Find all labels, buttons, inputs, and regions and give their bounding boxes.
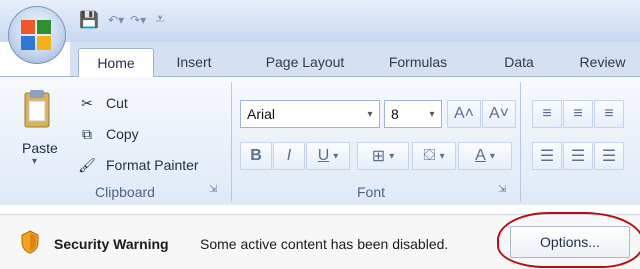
format-painter-button[interactable]: 🖌 Format Painter <box>76 154 199 176</box>
align-middle-icon: ≡ <box>573 105 583 122</box>
paste-label: Paste <box>22 140 58 156</box>
quick-access-toolbar: 💾 ↶ ▾ ↷ ▾ ⩡ <box>76 6 168 34</box>
bold-button[interactable]: B <box>240 142 272 170</box>
shrink-font-icon: A˅ <box>488 105 509 122</box>
copy-icon: ⧉ <box>82 125 92 142</box>
align-center-button[interactable]: ☰ <box>563 142 593 170</box>
font-color-icon: A <box>475 147 486 164</box>
grow-font-icon: A˄ <box>453 105 474 122</box>
office-button[interactable] <box>8 6 66 64</box>
shrink-font-button[interactable]: A˅ <box>482 100 516 128</box>
underline-button[interactable]: U ▾ <box>306 142 350 170</box>
office-logo-icon <box>21 20 51 50</box>
borders-icon: ⊞ <box>371 148 386 165</box>
italic-button[interactable]: I <box>273 142 305 170</box>
align-center-icon: ☰ <box>570 148 586 165</box>
format-painter-icon: 🖌 <box>78 156 96 173</box>
chevron-down-icon: ▾ <box>389 150 395 162</box>
chevron-down-icon: ▾ <box>333 150 339 162</box>
security-warning-message: Some active content has been disabled. <box>200 236 449 252</box>
align-top-icon: ≡ <box>542 105 552 122</box>
shield-warning-icon <box>21 230 39 254</box>
chevron-down-icon: ▾ <box>429 108 435 120</box>
chevron-down-icon: ▾ <box>439 150 445 162</box>
font-size-value: 8 <box>391 106 399 122</box>
copy-button[interactable]: ⧉ Copy <box>76 123 139 145</box>
tab-page-layout[interactable]: Page Layout <box>245 48 365 76</box>
options-button-label: Options... <box>540 234 600 250</box>
customize-icon: ⩡ <box>155 11 165 28</box>
align-right-button[interactable]: ☰ <box>594 142 624 170</box>
customize-qat-button[interactable]: ⩡ <box>152 8 168 32</box>
tab-label: Data <box>504 54 534 70</box>
align-bottom-icon: ≡ <box>604 105 614 122</box>
undo-icon: ↶ <box>108 13 119 27</box>
font-group-title: Font <box>356 184 385 200</box>
options-button[interactable]: Options... <box>510 226 630 258</box>
tab-label: Formulas <box>388 54 448 70</box>
tab-data[interactable]: Data <box>482 48 556 76</box>
security-warning-title: Security Warning <box>54 236 169 252</box>
font-name-value: Arial <box>247 106 276 122</box>
fill-color-button[interactable]: ⛋ ▾ <box>412 142 456 170</box>
align-right-icon: ☰ <box>601 148 617 165</box>
dialog-launcher-icon[interactable]: ⇲ <box>209 184 221 196</box>
save-button[interactable]: 💾 <box>76 8 102 32</box>
format-painter-label: Format Painter <box>106 157 199 173</box>
tab-label: Insert <box>176 54 212 70</box>
save-icon: 💾 <box>79 12 99 29</box>
bold-icon: B <box>250 147 262 164</box>
paste-button[interactable]: Paste ▾ <box>18 88 64 178</box>
font-name-combobox[interactable]: Arial ▾ <box>240 100 380 128</box>
tab-formulas[interactable]: Formulas <box>372 48 464 76</box>
chevron-down-icon: ▾ <box>118 13 125 27</box>
redo-button[interactable]: ↷ ▾ <box>130 13 146 27</box>
align-middle-button[interactable]: ≡ <box>563 100 593 128</box>
tab-label: Home <box>97 55 135 71</box>
clipboard-group-title: Clipboard <box>95 184 155 200</box>
font-size-combobox[interactable]: 8 ▾ <box>384 100 442 128</box>
paste-icon <box>24 90 50 128</box>
group-divider <box>231 82 232 202</box>
tab-insert[interactable]: Insert <box>158 48 230 76</box>
group-divider <box>520 82 521 202</box>
chevron-down-icon: ▾ <box>32 156 38 167</box>
align-left-icon: ☰ <box>539 148 555 165</box>
borders-button[interactable]: ⊞ ▾ <box>357 142 409 170</box>
cut-icon: ✂ <box>81 94 93 111</box>
italic-icon: I <box>286 147 292 164</box>
align-top-button[interactable]: ≡ <box>532 100 562 128</box>
chevron-down-icon: ▾ <box>489 150 495 162</box>
tab-review[interactable]: Review <box>565 48 640 76</box>
tab-label: Page Layout <box>265 54 345 70</box>
align-bottom-button[interactable]: ≡ <box>594 100 624 128</box>
tab-label: Review <box>579 54 626 70</box>
dialog-launcher-icon[interactable]: ⇲ <box>498 184 510 196</box>
font-color-button[interactable]: A ▾ <box>458 142 512 170</box>
cut-label: Cut <box>106 95 128 111</box>
redo-icon: ↷ <box>130 13 141 27</box>
align-left-button[interactable]: ☰ <box>532 142 562 170</box>
grow-font-button[interactable]: A˄ <box>447 100 481 128</box>
undo-button[interactable]: ↶ ▾ <box>108 13 124 27</box>
chevron-down-icon: ▾ <box>367 108 373 120</box>
tab-home[interactable]: Home <box>78 48 154 77</box>
copy-label: Copy <box>106 126 139 142</box>
cut-button[interactable]: ✂ Cut <box>76 92 128 114</box>
underline-icon: U <box>317 147 330 164</box>
chevron-down-icon: ▾ <box>140 13 147 27</box>
fill-color-icon: ⛋ <box>423 147 436 164</box>
